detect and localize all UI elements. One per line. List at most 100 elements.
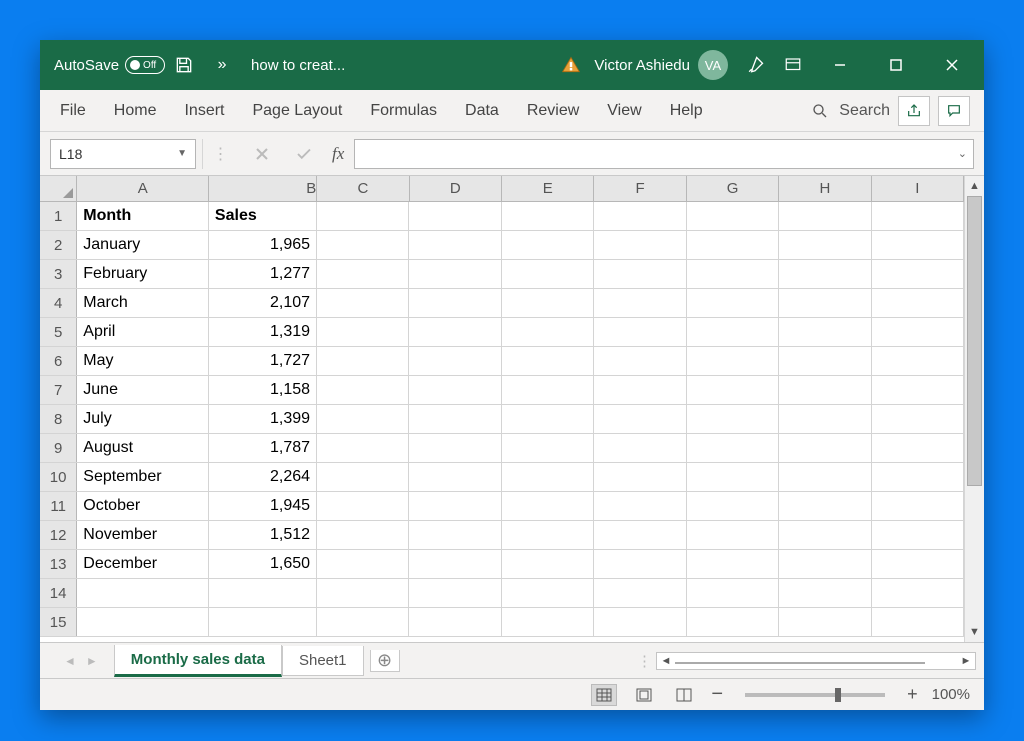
cell[interactable] bbox=[779, 434, 871, 462]
cell[interactable] bbox=[502, 492, 594, 520]
cell[interactable] bbox=[872, 550, 964, 578]
cell[interactable]: 1,965 bbox=[209, 231, 317, 259]
cell[interactable] bbox=[594, 434, 686, 462]
cell[interactable] bbox=[317, 231, 409, 259]
col-header-g[interactable]: G bbox=[687, 176, 779, 201]
zoom-level[interactable]: 100% bbox=[932, 686, 970, 703]
cell[interactable] bbox=[594, 318, 686, 346]
close-button[interactable] bbox=[924, 40, 980, 90]
cell[interactable]: April bbox=[77, 318, 209, 346]
cell[interactable] bbox=[687, 492, 779, 520]
cell[interactable] bbox=[779, 318, 871, 346]
cell[interactable]: Month bbox=[77, 202, 209, 230]
cell[interactable] bbox=[779, 347, 871, 375]
cell[interactable] bbox=[502, 463, 594, 491]
zoom-in-button[interactable]: + bbox=[907, 684, 918, 705]
cell[interactable] bbox=[594, 550, 686, 578]
cell[interactable] bbox=[409, 231, 501, 259]
cell[interactable] bbox=[77, 579, 209, 607]
vscroll-thumb[interactable] bbox=[967, 196, 982, 486]
tab-file[interactable]: File bbox=[46, 90, 100, 131]
cell[interactable] bbox=[317, 318, 409, 346]
row-header[interactable]: 7 bbox=[40, 376, 77, 404]
cell[interactable] bbox=[779, 521, 871, 549]
cell[interactable] bbox=[872, 521, 964, 549]
tab-page-layout[interactable]: Page Layout bbox=[238, 90, 356, 131]
scroll-right-icon[interactable]: ► bbox=[957, 655, 975, 667]
zoom-slider[interactable] bbox=[745, 693, 885, 697]
cell[interactable] bbox=[409, 550, 501, 578]
cell[interactable] bbox=[872, 405, 964, 433]
cell[interactable]: June bbox=[77, 376, 209, 404]
cell[interactable] bbox=[594, 231, 686, 259]
cell[interactable] bbox=[317, 608, 409, 636]
row-header[interactable]: 2 bbox=[40, 231, 77, 259]
cell[interactable] bbox=[872, 202, 964, 230]
row-header[interactable]: 12 bbox=[40, 521, 77, 549]
autosave-switch[interactable]: Off bbox=[125, 56, 165, 74]
row-header[interactable]: 3 bbox=[40, 260, 77, 288]
cell[interactable]: 1,727 bbox=[209, 347, 317, 375]
cell[interactable] bbox=[779, 550, 871, 578]
cell[interactable] bbox=[317, 550, 409, 578]
cell[interactable] bbox=[317, 405, 409, 433]
cell[interactable] bbox=[872, 318, 964, 346]
scroll-down-icon[interactable]: ▼ bbox=[969, 622, 980, 642]
cell[interactable] bbox=[687, 318, 779, 346]
cell[interactable] bbox=[502, 231, 594, 259]
cell[interactable] bbox=[687, 289, 779, 317]
cell[interactable] bbox=[502, 260, 594, 288]
row-header[interactable]: 4 bbox=[40, 289, 77, 317]
cell[interactable] bbox=[209, 608, 317, 636]
select-all-corner[interactable] bbox=[40, 176, 77, 201]
cell[interactable] bbox=[409, 434, 501, 462]
cell[interactable] bbox=[687, 202, 779, 230]
cell[interactable]: 2,107 bbox=[209, 289, 317, 317]
cell[interactable] bbox=[409, 463, 501, 491]
tab-home[interactable]: Home bbox=[100, 90, 171, 131]
view-page-layout-button[interactable] bbox=[631, 684, 657, 706]
cell[interactable] bbox=[209, 579, 317, 607]
cell[interactable] bbox=[779, 405, 871, 433]
cell[interactable] bbox=[317, 579, 409, 607]
cell[interactable] bbox=[502, 579, 594, 607]
save-icon[interactable] bbox=[165, 46, 203, 84]
cell[interactable] bbox=[502, 289, 594, 317]
cell[interactable] bbox=[779, 231, 871, 259]
cell[interactable]: March bbox=[77, 289, 209, 317]
cell[interactable] bbox=[317, 260, 409, 288]
more-qat-icon[interactable]: » bbox=[203, 46, 241, 84]
scroll-left-icon[interactable]: ◄ bbox=[657, 655, 675, 667]
tab-review[interactable]: Review bbox=[513, 90, 593, 131]
sheet-tab-active[interactable]: Monthly sales data bbox=[114, 645, 282, 677]
cell[interactable]: 1,277 bbox=[209, 260, 317, 288]
row-header[interactable]: 11 bbox=[40, 492, 77, 520]
cell[interactable] bbox=[872, 231, 964, 259]
zoom-knob[interactable] bbox=[835, 688, 841, 702]
cell[interactable] bbox=[317, 202, 409, 230]
cell[interactable] bbox=[502, 434, 594, 462]
cell[interactable]: 1,650 bbox=[209, 550, 317, 578]
cell[interactable] bbox=[687, 521, 779, 549]
cell[interactable] bbox=[594, 463, 686, 491]
name-box-options[interactable]: ⋮ bbox=[202, 139, 238, 169]
cell[interactable] bbox=[594, 579, 686, 607]
cell[interactable] bbox=[409, 202, 501, 230]
cell[interactable] bbox=[872, 463, 964, 491]
cell[interactable] bbox=[779, 202, 871, 230]
tab-data[interactable]: Data bbox=[451, 90, 513, 131]
row-header[interactable]: 15 bbox=[40, 608, 77, 636]
cell[interactable] bbox=[594, 289, 686, 317]
col-header-h[interactable]: H bbox=[779, 176, 871, 201]
scroll-up-icon[interactable]: ▲ bbox=[969, 176, 980, 196]
cell[interactable]: 1,319 bbox=[209, 318, 317, 346]
cell[interactable]: February bbox=[77, 260, 209, 288]
cell[interactable] bbox=[872, 260, 964, 288]
hscroll-thumb[interactable] bbox=[675, 662, 925, 664]
cell[interactable] bbox=[317, 289, 409, 317]
cell[interactable] bbox=[502, 608, 594, 636]
col-header-f[interactable]: F bbox=[594, 176, 686, 201]
cell[interactable]: January bbox=[77, 231, 209, 259]
cell[interactable] bbox=[594, 260, 686, 288]
formula-input[interactable]: ⌄ bbox=[354, 139, 974, 169]
